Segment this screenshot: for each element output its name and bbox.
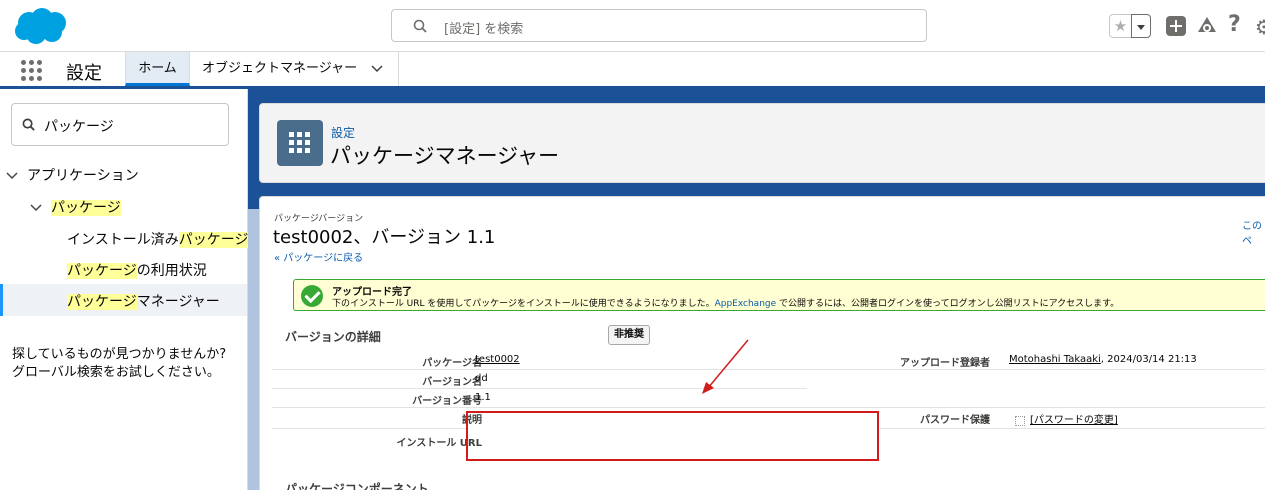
manager-suffix: マネージャー bbox=[136, 294, 220, 310]
question-icon[interactable]: ? bbox=[1228, 12, 1241, 37]
not-found-line-1: 探しているものが見つかりませんか? bbox=[12, 347, 227, 362]
version-name-value: dd bbox=[475, 373, 488, 384]
section-title-package-components: パッケージコンポーネント bbox=[285, 482, 429, 490]
page-title: パッケージマネージャー bbox=[330, 144, 560, 168]
password-checkbox bbox=[1015, 416, 1025, 426]
app-navigation-bar: 設定 ホーム オブジェクトマネージャー bbox=[0, 52, 1265, 89]
field-label-package-name: パッケージ名 bbox=[422, 358, 482, 369]
help-link[interactable]: このペ bbox=[1242, 217, 1265, 247]
tree-item-package-manager[interactable]: パッケージマネージャー bbox=[67, 291, 220, 311]
deprecate-button[interactable]: 非推奨 bbox=[608, 325, 650, 345]
back-to-packages-link[interactable]: « パッケージに戻る bbox=[274, 249, 363, 264]
salesforce-logo[interactable] bbox=[12, 6, 70, 46]
check-icon bbox=[301, 285, 323, 307]
search-icon bbox=[22, 118, 35, 131]
breadcrumb[interactable]: 設定 bbox=[331, 124, 355, 141]
star-icon[interactable]: ★ bbox=[1109, 14, 1131, 38]
divider bbox=[807, 369, 1265, 370]
tree-item-packages[interactable]: パッケージ bbox=[51, 197, 121, 217]
section-title-version-details: バージョンの詳細 bbox=[285, 330, 381, 344]
quick-find-value: パッケージ bbox=[44, 119, 114, 135]
tree-item-installed-packages[interactable]: インストール済みパッケージ bbox=[67, 229, 249, 249]
field-label-description: 説明 bbox=[462, 415, 482, 426]
app-name: 設定 bbox=[66, 63, 102, 84]
favorites-dropdown-button[interactable] bbox=[1131, 14, 1151, 38]
field-label-version-number: バージョン番号 bbox=[412, 396, 482, 407]
success-body-text-2: で公開するには、公開者ログインを使ってログオンし公開リストにアクセスします。 bbox=[776, 299, 1120, 309]
chevron-down-icon[interactable] bbox=[6, 172, 18, 180]
package-name-link[interactable]: test0002 bbox=[475, 354, 520, 365]
usage-suffix: の利用状況 bbox=[136, 263, 207, 279]
quick-find-input[interactable]: パッケージ bbox=[11, 103, 229, 146]
success-body: 下のインストール URL を使用してパッケージをインストールに使用できるようにな… bbox=[332, 296, 1119, 309]
manager-highlight: パッケージ bbox=[67, 294, 137, 310]
version-number-value: 1.1 bbox=[475, 392, 491, 403]
tree-item-applications[interactable]: アプリケーション bbox=[27, 165, 139, 185]
setup-sidebar: パッケージ アプリケーション パッケージ インストール済みパッケージ パッケージ… bbox=[0, 89, 249, 490]
usage-highlight: パッケージ bbox=[67, 263, 137, 279]
divider bbox=[272, 428, 467, 429]
tab-home[interactable]: ホーム bbox=[125, 52, 190, 86]
appexchange-link[interactable]: AppExchange bbox=[715, 299, 777, 309]
app-launcher-icon[interactable] bbox=[21, 60, 42, 81]
chevron-down-icon[interactable] bbox=[371, 65, 383, 73]
tree-item-package-usage[interactable]: パッケージの利用状況 bbox=[67, 260, 207, 280]
tree-item-packages-label: パッケージ bbox=[51, 200, 121, 216]
upload-success-message: アップロード完了 下のインストール URL を使用してパッケージをインストールに… bbox=[293, 279, 1265, 311]
chevron-down-icon[interactable] bbox=[30, 204, 42, 212]
tab-object-manager[interactable]: オブジェクトマネージャー bbox=[190, 52, 399, 86]
field-label-uploaded-by: アップロード登録者 bbox=[900, 358, 990, 369]
field-label-version-name: バージョン名 bbox=[422, 377, 482, 388]
annotation-highlight-box bbox=[466, 411, 879, 461]
divider bbox=[272, 407, 1265, 408]
trailhead-icon[interactable] bbox=[1195, 14, 1219, 38]
record-title: test0002、バージョン 1.1 bbox=[273, 227, 496, 248]
field-label-install-url: インストール URL bbox=[396, 438, 482, 449]
tab-object-manager-label: オブジェクトマネージャー bbox=[202, 61, 358, 76]
installed-prefix: インストール済み bbox=[67, 232, 179, 248]
search-icon bbox=[413, 19, 427, 33]
success-body-text: 下のインストール URL を使用してパッケージをインストールに使用できるようにな… bbox=[332, 299, 715, 309]
change-password-link[interactable]: [パスワードの変更] bbox=[1030, 411, 1118, 426]
page-header-card: 設定 パッケージマネージャー bbox=[259, 103, 1265, 183]
uploaded-by-value: Motohashi Takaaki, 2024/03/14 21:13 bbox=[1009, 354, 1197, 365]
not-found-line-2: グローバル検索をお試しください。 bbox=[12, 365, 220, 380]
gear-icon[interactable]: ⚙ bbox=[1255, 15, 1265, 35]
not-found-hint: 探しているものが見つかりませんか? グローバル検索をお試しください。 bbox=[12, 346, 226, 382]
uploaded-by-user-link[interactable]: Motohashi Takaaki bbox=[1009, 354, 1101, 365]
global-search-input[interactable]: [設定] を検索 bbox=[391, 9, 927, 42]
setup-grid-icon bbox=[277, 120, 323, 166]
search-placeholder: [設定] を検索 bbox=[444, 22, 524, 37]
global-header: [設定] を検索 ★ ? ⚙ bbox=[0, 0, 1265, 52]
divider bbox=[880, 428, 1265, 429]
annotation-arrow bbox=[702, 339, 749, 394]
uploaded-by-date: , 2024/03/14 21:13 bbox=[1100, 354, 1197, 365]
plus-icon[interactable] bbox=[1166, 16, 1186, 36]
installed-highlight: パッケージ bbox=[178, 232, 249, 248]
